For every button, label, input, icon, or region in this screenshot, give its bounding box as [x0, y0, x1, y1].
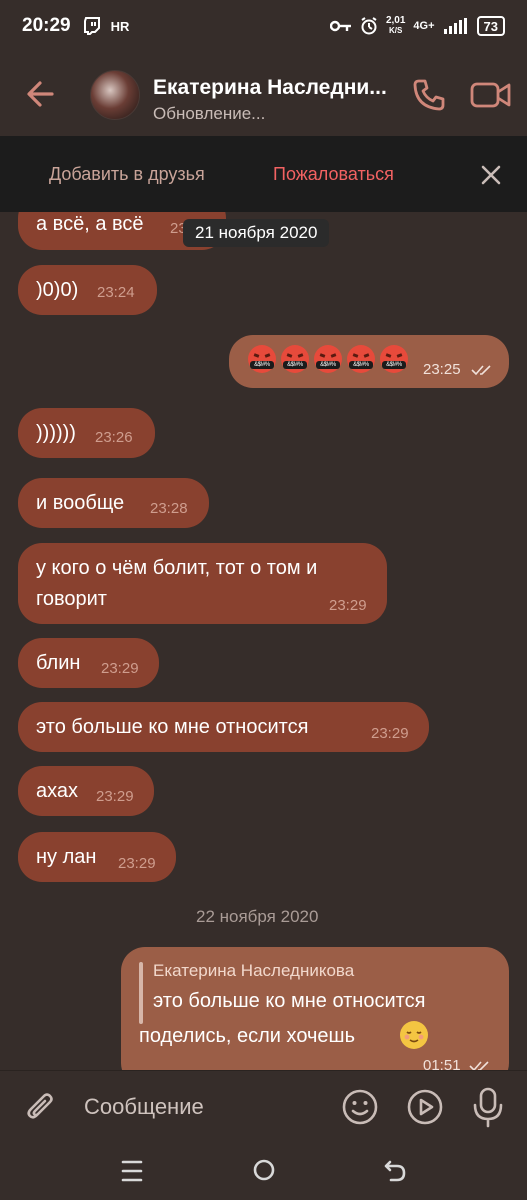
message-text: блин — [36, 652, 81, 674]
floating-date-chip: 21 ноября 2020 — [183, 219, 330, 247]
message-time: 23:29 — [329, 597, 367, 614]
message-text-line: говорит — [36, 588, 107, 610]
message-text: это больше ко мне относится — [36, 716, 309, 738]
close-icon[interactable] — [478, 162, 504, 188]
message-text: а всё, а всё — [36, 213, 144, 235]
contact-name[interactable]: Екатерина Наследни... — [153, 76, 403, 100]
microphone-icon[interactable] — [470, 1086, 506, 1128]
message-text: ахах — [36, 780, 79, 802]
message-time: 01:51 — [423, 1057, 461, 1070]
message-composer — [0, 1070, 527, 1142]
message-text: и вообще — [36, 492, 125, 514]
carrier-badge: HR — [110, 18, 130, 34]
swearing-emoji-icon: &$!#% — [314, 345, 342, 373]
message-time: 23:29 — [371, 725, 409, 742]
battery-indicator: 73 — [476, 16, 505, 36]
phone-icon[interactable] — [410, 76, 448, 114]
twitch-icon — [83, 17, 100, 35]
message-bubble[interactable]: это больше ко мне относится 23:29 — [18, 702, 429, 752]
date-separator: 22 ноября 2020 — [196, 907, 319, 926]
message-text: ну лан — [36, 846, 97, 868]
network-type: 4G+ — [413, 20, 435, 32]
message-bubble-outgoing[interactable]: &$!#% &$!#% &$!#% &$!#% &$!#% 23:25 — [229, 335, 509, 388]
swearing-emoji-icon: &$!#% — [248, 345, 276, 373]
contact-avatar[interactable] — [90, 70, 140, 120]
video-camera-icon[interactable] — [470, 78, 512, 112]
recent-apps-icon[interactable] — [120, 1158, 144, 1184]
message-time: 23:26 — [95, 429, 133, 446]
read-ticks-icon — [469, 1061, 489, 1070]
message-time: 23:29 — [118, 855, 156, 872]
message-text: )))))) — [36, 422, 76, 444]
arrow-left-icon[interactable] — [22, 74, 62, 114]
home-icon[interactable] — [252, 1158, 276, 1182]
reply-author[interactable]: Екатерина Наследникова — [153, 961, 354, 981]
message-bubble[interactable]: ну лан 23:29 — [18, 832, 176, 882]
contact-status: Обновление... — [153, 104, 266, 123]
swearing-emoji-icon: &$!#% — [380, 345, 408, 373]
relieved-face-emoji-icon — [400, 1021, 428, 1049]
message-time: 23:29 — [96, 788, 134, 805]
key-icon — [329, 20, 351, 32]
status-bar: 20:29 HR 2,01 K/S 4G+ 73 — [0, 0, 527, 52]
message-list[interactable]: а всё, а всё 23 21 ноября 2020 )0)0) 23:… — [0, 212, 527, 1070]
message-input[interactable] — [84, 1091, 324, 1123]
add-friend-button[interactable]: Добавить в друзья — [49, 164, 205, 185]
message-bubble[interactable]: и вообще 23:28 — [18, 478, 209, 528]
message-text: поделись, если хочешь — [139, 1025, 356, 1047]
message-time: 23:29 — [101, 660, 139, 677]
message-time: 23:25 — [423, 361, 461, 378]
message-text-line: у кого о чём болит, тот о том и — [36, 557, 318, 579]
report-button[interactable]: Пожаловаться — [273, 164, 394, 185]
message-bubble-outgoing[interactable]: Екатерина Наследникова это больше ко мне… — [121, 947, 509, 1070]
message-bubble[interactable]: у кого о чём болит, тот о том и говорит … — [18, 543, 387, 624]
net-speed: 2,01 K/S — [385, 15, 406, 36]
alarm-icon — [361, 17, 377, 35]
stranger-action-bar: Добавить в друзья Пожаловаться — [0, 136, 527, 212]
reply-bar — [139, 962, 143, 1024]
message-time: 23:24 — [97, 284, 135, 301]
message-bubble[interactable]: )))))) 23:26 — [18, 408, 155, 458]
message-bubble[interactable]: блин 23:29 — [18, 638, 159, 688]
reply-quote-text: это больше ко мне относится — [153, 990, 426, 1012]
signal-icon — [443, 18, 467, 34]
system-back-icon[interactable] — [382, 1158, 408, 1184]
smiley-icon[interactable] — [341, 1088, 379, 1126]
read-ticks-icon — [471, 365, 491, 376]
swearing-emoji-icon: &$!#% — [281, 345, 309, 373]
status-time: 20:29 — [22, 15, 71, 36]
message-time: 23:28 — [150, 500, 188, 517]
swearing-emoji-icon: &$!#% — [347, 345, 375, 373]
message-bubble[interactable]: ахах 23:29 — [18, 766, 154, 816]
chat-header: Екатерина Наследни... Обновление... — [0, 52, 527, 136]
message-text: )0)0) — [36, 279, 79, 301]
message-bubble[interactable]: )0)0) 23:24 — [18, 265, 157, 315]
play-circle-icon[interactable] — [406, 1088, 444, 1126]
paperclip-icon[interactable] — [22, 1089, 60, 1127]
system-nav-bar — [0, 1142, 527, 1200]
